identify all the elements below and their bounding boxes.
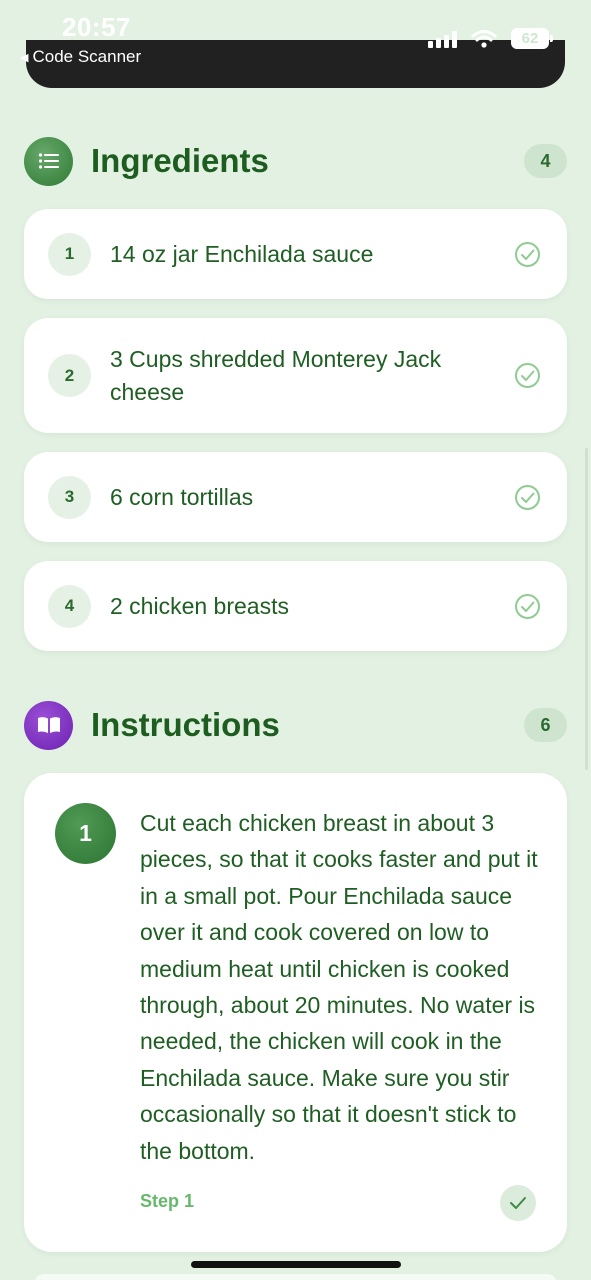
back-arrow-icon: ◀ xyxy=(20,51,29,64)
recipe-page: 20:57 ◀ Code Scanner 62 Ingredients 4 1 … xyxy=(0,0,591,1280)
wifi-icon xyxy=(471,29,497,48)
ingredient-item[interactable]: 2 3 Cups shredded Monterey Jack cheese xyxy=(24,318,567,433)
scrollbar[interactable] xyxy=(585,448,588,770)
instructions-header: Instructions 6 xyxy=(24,700,567,750)
instructions-title: Instructions xyxy=(91,706,280,743)
ingredient-item[interactable]: 4 2 chicken breasts xyxy=(24,561,567,651)
instruction-step-card[interactable]: 1 Cut each chicken breast in about 3 pie… xyxy=(24,773,567,1252)
ingredient-number: 3 xyxy=(48,475,91,519)
ingredient-item[interactable]: 3 6 corn tortillas xyxy=(24,452,567,542)
step-label: Step 1 xyxy=(140,1191,195,1211)
home-indicator[interactable] xyxy=(191,1261,401,1268)
ingredient-item[interactable]: 1 14 oz jar Enchilada sauce xyxy=(24,209,567,299)
checkmark-icon xyxy=(510,1197,526,1209)
check-circle-icon[interactable] xyxy=(514,484,541,511)
book-icon xyxy=(24,700,73,750)
check-circle-icon[interactable] xyxy=(514,593,541,620)
instructions-count-badge: 6 xyxy=(524,708,567,742)
ingredients-count-badge: 4 xyxy=(524,144,567,178)
back-to-app-link[interactable]: ◀ Code Scanner xyxy=(20,47,141,67)
step-complete-button[interactable] xyxy=(500,1185,536,1221)
ingredients-title: Ingredients xyxy=(91,142,269,179)
ingredient-number: 1 xyxy=(48,232,91,276)
battery-indicator: 62 xyxy=(511,28,553,49)
step-number: 1 xyxy=(55,803,116,864)
status-bar: 20:57 ◀ Code Scanner 62 xyxy=(0,0,591,72)
ingredient-text: 14 oz jar Enchilada sauce xyxy=(110,240,374,267)
back-link-label: Code Scanner xyxy=(32,47,142,66)
ingredient-text: 6 corn tortillas xyxy=(110,483,254,510)
ingredient-number: 4 xyxy=(48,584,91,628)
ingredients-header: Ingredients 4 xyxy=(24,136,567,186)
ingredient-text: 2 chicken breasts xyxy=(110,592,289,619)
status-icons: 62 xyxy=(428,28,553,49)
step-text: Cut each chicken breast in about 3 piece… xyxy=(140,810,538,1164)
ingredient-text: 3 Cups shredded Monterey Jack cheese xyxy=(110,345,442,405)
next-step-card xyxy=(34,1274,557,1280)
cellular-signal-icon xyxy=(428,30,457,48)
check-circle-icon[interactable] xyxy=(514,362,541,389)
list-icon xyxy=(24,136,73,186)
check-circle-icon[interactable] xyxy=(514,241,541,268)
status-time: 20:57 xyxy=(62,12,131,42)
ingredient-number: 2 xyxy=(48,354,91,397)
battery-level: 62 xyxy=(521,30,539,47)
